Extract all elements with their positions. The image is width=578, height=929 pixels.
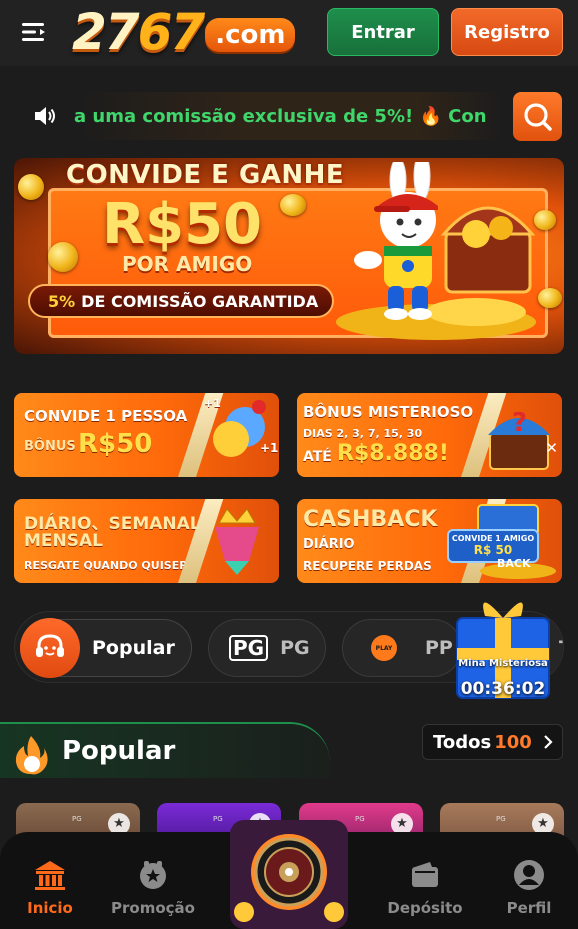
fire-icon <box>15 736 48 775</box>
user-icon <box>514 860 544 890</box>
nav-label-perfil: Perfil <box>506 899 552 917</box>
daily-subtitle: MENSAL <box>24 531 103 551</box>
mystery-title: BÔNUS MISTERIOSO <box>303 403 474 421</box>
banner-subtitle: POR AMIGO <box>122 252 253 276</box>
coin-icon <box>280 194 306 216</box>
banner-amount: R$50 <box>102 192 263 257</box>
plus-one-label: +1 <box>260 441 279 455</box>
crown-gem-icon <box>215 508 259 575</box>
tab-pg[interactable]: PG PG <box>208 619 326 677</box>
nav-label-inicio: Inicio <box>27 899 73 917</box>
cashback-back-label: BACK <box>497 557 531 570</box>
invite-bonus-value: R$50 <box>78 429 153 459</box>
close-icon[interactable]: ✕ <box>545 439 558 457</box>
coin-icon <box>538 288 562 308</box>
mystery-box-label: Mina Misteriosa <box>458 658 548 669</box>
promo-card-daily[interactable]: DIÁRIO、SEMANAL MENSAL RESGATE QUANDO QUI… <box>14 499 279 583</box>
wallet-icon <box>412 862 438 887</box>
announcement-marquee[interactable]: a uma comissão exclusiva de 5%! 🔥 Con <box>18 92 506 140</box>
tab-pp[interactable]: PLAY PP <box>342 619 462 677</box>
pp-logo-icon: PLAY <box>371 635 397 661</box>
provider-tag: PG <box>213 815 223 823</box>
banner-commission-pill: 5% DE COMISSÃO GARANTIDA <box>28 284 334 318</box>
rabbit-mascot-icon <box>336 162 536 340</box>
provider-tag: PG <box>355 815 365 823</box>
svg-text:?: ? <box>512 408 527 438</box>
register-button[interactable]: Registro <box>451 8 563 56</box>
headset-icon <box>20 618 80 678</box>
search-icon <box>523 102 552 131</box>
coin-icon <box>18 174 44 200</box>
mystery-value: R$8.888! <box>337 441 449 466</box>
menu-icon[interactable] <box>20 18 48 46</box>
nav-label-deposito: Depósito <box>387 899 463 917</box>
coin-icon <box>534 210 556 230</box>
bank-icon <box>35 861 65 890</box>
treasure-chest-icon: ? <box>488 408 550 470</box>
nav-item-promocao[interactable]: Promoção <box>108 858 198 917</box>
nav-item-perfil[interactable]: Perfil <box>484 858 574 917</box>
promo-card-invite[interactable]: CONVIDE 1 PESSOA BÔNUS R$50 +1 +1 <box>14 393 279 477</box>
tab-popular-label: Popular <box>92 637 175 659</box>
promo-card-cashback[interactable]: CASHBACK DIÁRIO RECUPERE PERDAS CONVIDE … <box>297 499 562 583</box>
mystery-days: DIAS 2, 3, 7, 15, 30 <box>303 427 423 440</box>
search-button[interactable] <box>513 92 562 141</box>
chevron-right-icon <box>544 735 553 749</box>
speaker-icon <box>35 107 55 125</box>
cashback-desc: RECUPERE PERDAS <box>303 559 432 573</box>
badge-line2: R$ 50 <box>473 543 513 557</box>
top-header: 2767 .com Entrar Registro <box>0 0 578 66</box>
logo-domain: .com <box>205 18 296 52</box>
nav-label-promocao: Promoção <box>111 899 195 917</box>
plus-one-label: +1 <box>204 397 221 410</box>
banner-title: CONVIDE E GANHE <box>66 160 345 190</box>
cashback-daily: DIÁRIO <box>303 537 355 552</box>
nav-item-deposito[interactable]: Depósito <box>380 858 470 917</box>
popular-section-header: Popular Todos 100 <box>0 722 578 788</box>
provider-tag: PG <box>496 815 506 823</box>
daily-claim: RESGATE QUANDO QUISER <box>24 559 188 572</box>
popular-title: Popular <box>62 736 176 766</box>
mystery-box-widget[interactable]: Mina Misteriosa 00:36:02 <box>447 588 559 706</box>
marquee-track: a uma comissão exclusiva de 5%! 🔥 Con <box>72 92 506 140</box>
nav-item-inicio[interactable]: Inicio <box>5 858 95 917</box>
promo-banner[interactable]: CONVIDE E GANHE R$50 POR AMIGO 5% DE COM… <box>14 158 564 354</box>
badge-line1: CONVIDE 1 AMIGO <box>451 534 535 543</box>
login-button[interactable]: Entrar <box>327 8 439 56</box>
provider-tag: PG <box>72 815 82 823</box>
gift-bell-icon <box>140 861 166 889</box>
mystery-ate: ATÉ <box>303 449 332 465</box>
invite-bonus-label: BÔNUS <box>24 439 76 454</box>
view-all-button[interactable]: Todos 100 <box>422 724 563 760</box>
view-all-label: Todos <box>433 731 492 753</box>
tab-popular[interactable]: Popular <box>20 618 192 678</box>
site-logo[interactable]: 2767 .com <box>72 3 296 61</box>
marquee-text: a uma comissão exclusiva de 5%! 🔥 Con <box>74 105 487 127</box>
tab-more-label: Ta <box>559 637 563 659</box>
invite-title: CONVIDE 1 PESSOA <box>24 407 188 425</box>
mystery-box-timer: 00:36:02 <box>460 679 546 699</box>
promo-card-mystery-bonus[interactable]: BÔNUS MISTERIOSO DIAS 2, 3, 7, 15, 30 AT… <box>297 393 562 477</box>
roulette-wheel-icon[interactable] <box>230 820 348 929</box>
coin-icon <box>48 242 78 272</box>
tab-pg-label: PG <box>280 637 310 659</box>
logo-number: 2767 <box>72 3 205 61</box>
cashback-title: CASHBACK <box>303 507 438 532</box>
commission-text: DE COMISSÃO GARANTIDA <box>81 291 319 311</box>
commission-percent: 5% <box>48 291 76 311</box>
pg-logo-icon: PG <box>229 635 269 661</box>
view-all-count: 100 <box>494 731 532 753</box>
